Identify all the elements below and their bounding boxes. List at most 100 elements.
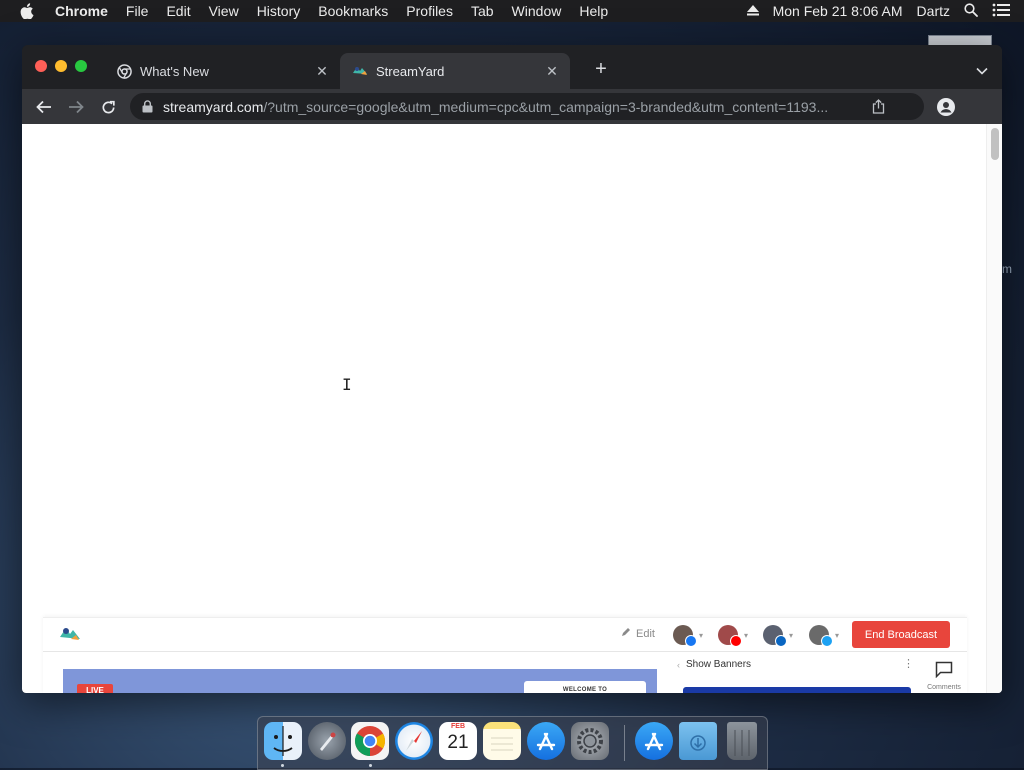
chrome-icon bbox=[116, 63, 132, 79]
url-host: streamyard.com bbox=[163, 98, 264, 115]
menu-view[interactable]: View bbox=[209, 3, 239, 19]
avatar bbox=[673, 625, 697, 647]
pencil-icon bbox=[621, 627, 631, 640]
url-path: /?utm_source=google&utm_medium=cpc&utm_c… bbox=[263, 98, 829, 115]
apple-menu-icon[interactable] bbox=[20, 3, 38, 19]
launchpad-icon[interactable] bbox=[308, 722, 346, 760]
calendar-month: FEB bbox=[451, 723, 465, 730]
menu-tab[interactable]: Tab bbox=[471, 3, 494, 19]
close-tab-icon[interactable]: ✕ bbox=[314, 63, 330, 79]
tab-streamyard[interactable]: StreamYard ✕ bbox=[340, 53, 570, 89]
vertical-scrollbar[interactable] bbox=[986, 124, 1002, 693]
text-cursor-icon: I bbox=[342, 375, 352, 394]
safari-icon[interactable] bbox=[395, 722, 433, 760]
comments-tab: Comments bbox=[924, 661, 964, 693]
destination-youtube: ▾ bbox=[718, 624, 752, 647]
back-button[interactable] bbox=[34, 97, 54, 117]
new-tab-button[interactable]: + bbox=[592, 59, 610, 79]
profile-avatar-icon[interactable] bbox=[936, 97, 956, 117]
dock: FEB 21 bbox=[257, 716, 768, 770]
banners-panel: ‹ Show Banners ⋮ bbox=[677, 651, 917, 693]
avatar bbox=[718, 625, 742, 647]
show-banners-header: ‹ Show Banners bbox=[677, 659, 751, 670]
destination-facebook: ▾ bbox=[673, 624, 707, 647]
app-store-downloads-icon[interactable] bbox=[635, 722, 673, 760]
calendar-day: 21 bbox=[447, 732, 469, 753]
app-store-icon[interactable] bbox=[527, 722, 565, 760]
menu-bar: Chrome File Edit View History Bookmarks … bbox=[0, 0, 1024, 22]
tab-title: What's New bbox=[140, 63, 209, 79]
address-bar[interactable]: streamyard.com/?utm_source=google&utm_me… bbox=[130, 93, 924, 120]
studio-edit-button: Edit bbox=[621, 627, 655, 640]
comments-label: Comments bbox=[927, 684, 961, 691]
chevron-left-icon: ‹ bbox=[677, 659, 680, 670]
menubar-clock[interactable]: Mon Feb 21 8:06 AM bbox=[773, 3, 903, 19]
forward-button[interactable] bbox=[66, 97, 86, 117]
facebook-icon bbox=[685, 635, 697, 647]
notes-icon[interactable] bbox=[483, 722, 521, 760]
destination-twitter: ▾ bbox=[809, 624, 843, 647]
reload-button[interactable] bbox=[98, 97, 118, 117]
google-chrome-icon[interactable] bbox=[351, 722, 389, 760]
tab-strip: What's New ✕ StreamYard ✕ + bbox=[22, 45, 1002, 89]
share-icon[interactable] bbox=[872, 99, 886, 114]
chevron-down-icon: ▾ bbox=[789, 630, 794, 640]
comment-bubble-icon bbox=[935, 661, 953, 682]
running-indicator bbox=[281, 764, 284, 767]
menu-file[interactable]: File bbox=[126, 3, 149, 19]
eject-icon[interactable] bbox=[746, 3, 759, 19]
menu-app-name[interactable]: Chrome bbox=[55, 3, 108, 19]
scrollbar-thumb[interactable] bbox=[991, 128, 999, 160]
menu-help[interactable]: Help bbox=[579, 3, 608, 19]
avatar bbox=[763, 625, 787, 647]
studio-header: Edit ▾ ▾ ▾ ▾ End Broadcast bbox=[43, 618, 967, 652]
kebab-menu-icon: ⋮ bbox=[903, 658, 914, 670]
dock-separator bbox=[624, 725, 625, 761]
close-tab-icon[interactable]: ✕ bbox=[544, 63, 560, 79]
desktop-edge-text: m bbox=[1002, 262, 1012, 276]
tab-whats-new[interactable]: What's New ✕ bbox=[104, 53, 334, 89]
minimize-window-button[interactable] bbox=[55, 60, 67, 72]
avatar bbox=[809, 625, 833, 647]
linkedin-icon bbox=[775, 635, 787, 647]
zoom-window-button[interactable] bbox=[75, 60, 87, 72]
spotlight-search-icon[interactable] bbox=[964, 2, 978, 20]
streamyard-logo-icon bbox=[59, 625, 81, 643]
control-center-icon[interactable] bbox=[992, 3, 1010, 20]
streamyard-icon bbox=[352, 63, 368, 79]
finder-icon[interactable] bbox=[264, 722, 302, 760]
end-broadcast-button: End Broadcast bbox=[852, 621, 950, 648]
browser-toolbar: streamyard.com/?utm_source=google&utm_me… bbox=[22, 89, 1002, 124]
trash-icon[interactable] bbox=[727, 722, 757, 760]
tab-search-chevron-icon[interactable] bbox=[976, 62, 988, 75]
edit-label: Edit bbox=[636, 627, 655, 640]
tab-title: StreamYard bbox=[376, 63, 445, 79]
menu-edit[interactable]: Edit bbox=[166, 3, 190, 19]
menu-history[interactable]: History bbox=[257, 3, 301, 19]
studio-stage: LIVE WELCOME TO bbox=[63, 669, 657, 693]
lock-icon[interactable] bbox=[142, 100, 154, 114]
chevron-down-icon: ▾ bbox=[744, 630, 749, 640]
menu-window[interactable]: Window bbox=[512, 3, 562, 19]
system-preferences-icon[interactable] bbox=[571, 722, 609, 760]
chrome-window: What's New ✕ StreamYard ✕ + streamyard.c… bbox=[22, 45, 1002, 693]
destination-linkedin: ▾ bbox=[763, 624, 797, 647]
chevron-down-icon: ▾ bbox=[699, 630, 704, 640]
show-banners-label: Show Banners bbox=[686, 659, 752, 670]
menu-bookmarks[interactable]: Bookmarks bbox=[318, 3, 388, 19]
calendar-icon[interactable]: FEB 21 bbox=[439, 722, 477, 760]
twitter-icon bbox=[821, 635, 833, 647]
studio-preview-image: Edit ▾ ▾ ▾ ▾ End Broadcast LIVE WELCOME … bbox=[43, 617, 967, 693]
close-window-button[interactable] bbox=[35, 60, 47, 72]
downloads-folder-icon[interactable] bbox=[679, 722, 717, 760]
chevron-down-icon: ▾ bbox=[835, 630, 840, 640]
menu-profiles[interactable]: Profiles bbox=[406, 3, 453, 19]
menubar-user[interactable]: Dartz bbox=[917, 3, 950, 19]
banner-card bbox=[683, 687, 911, 693]
url-text[interactable]: streamyard.com/?utm_source=google&utm_me… bbox=[163, 99, 863, 115]
live-badge: LIVE bbox=[77, 684, 113, 693]
running-indicator bbox=[369, 764, 372, 767]
youtube-icon bbox=[730, 635, 742, 647]
page-viewport[interactable]: I Edit ▾ ▾ ▾ ▾ End Broadcast LIVE WELCOM… bbox=[22, 124, 1002, 693]
welcome-banner: WELCOME TO bbox=[524, 681, 646, 693]
